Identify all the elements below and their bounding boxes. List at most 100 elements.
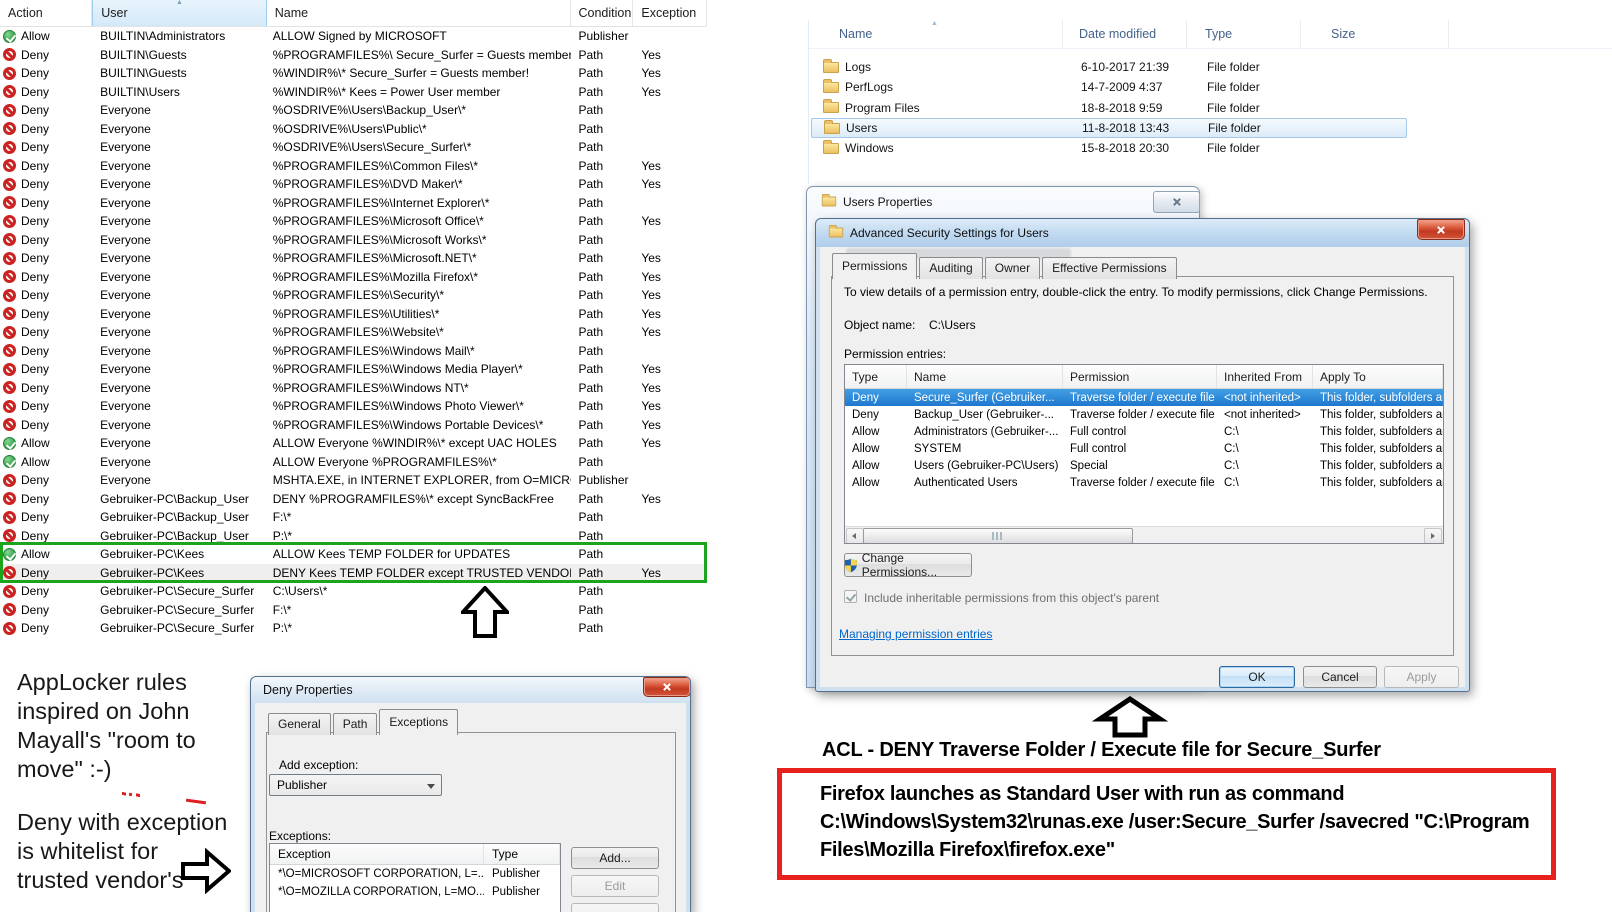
column-header-size[interactable]: Size <box>1301 20 1449 48</box>
tab-path[interactable]: Path <box>332 713 378 735</box>
explorer-folder-row[interactable]: Logs 6-10-2017 21:39 File folder <box>811 57 1407 77</box>
name-cell: %PROGRAMFILES%\Windows NT\* <box>272 380 469 395</box>
column-header-inherited-from[interactable]: Inherited From <box>1217 365 1313 388</box>
tab-effective-permissions[interactable]: Effective Permissions <box>1042 257 1177 279</box>
applocker-rule-row[interactable]: Allow BUILTIN\Administrators ALLOW Signe… <box>0 27 707 46</box>
applocker-rule-row[interactable]: Deny Everyone %PROGRAMFILES%\Windows Por… <box>0 416 707 435</box>
close-button[interactable] <box>1153 191 1200 213</box>
applocker-rule-row[interactable]: Deny Gebruiker-PC\Secure_Surfer P:\* Pat… <box>0 619 707 638</box>
applocker-rule-row[interactable]: Deny Gebruiker-PC\Backup_User DENY %PROG… <box>0 490 707 509</box>
column-header-type[interactable]: Type <box>845 365 907 388</box>
remove-button[interactable] <box>571 903 659 912</box>
scroll-left-button[interactable] <box>846 528 864 543</box>
explorer-folder-row[interactable]: PerfLogs 14-7-2009 4:37 File folder <box>811 77 1407 97</box>
applocker-rule-row[interactable]: Deny Everyone %PROGRAMFILES%\Microsoft W… <box>0 231 707 250</box>
column-header-type[interactable]: Type <box>1187 20 1301 48</box>
action-label: Deny <box>21 417 50 432</box>
close-button[interactable] <box>643 677 690 697</box>
edit-button[interactable]: Edit <box>571 875 659 897</box>
type-cell: File folder <box>1207 141 1260 156</box>
exceptions-table: Exception Type *\O=MICROSOFT CORPORATION… <box>269 843 561 912</box>
tab-permissions[interactable]: Permissions <box>832 253 918 279</box>
permission-entry-row[interactable]: Allow Users (Gebruiker-PC\Users) Special… <box>845 457 1443 474</box>
applocker-rule-row[interactable]: Deny Everyone %OSDRIVE%\Users\Secure_Sur… <box>0 138 707 157</box>
tab-auditing[interactable]: Auditing <box>919 257 983 279</box>
applocker-rule-row[interactable]: Deny Everyone %PROGRAMFILES%\Windows Pho… <box>0 397 707 416</box>
action-icon <box>3 214 16 228</box>
add-button[interactable]: Add... <box>571 847 659 869</box>
action-icon <box>3 584 16 598</box>
column-header-action[interactable]: Action <box>0 0 93 26</box>
column-header-exception[interactable]: Exception <box>270 844 484 864</box>
column-header-exception[interactable]: Exception <box>633 0 707 26</box>
applocker-rule-row[interactable]: Deny Everyone %PROGRAMFILES%\DVD Maker\*… <box>0 175 707 194</box>
applocker-rule-row[interactable]: Deny Everyone %PROGRAMFILES%\Windows Mai… <box>0 342 707 361</box>
name-cell: %PROGRAMFILES%\Mozilla Firefox\* <box>272 269 479 284</box>
applocker-rule-row[interactable]: Deny Everyone %PROGRAMFILES%\Security\* … <box>0 286 707 305</box>
firefox-note-line: Files\Mozilla Firefox\firefox.exe" <box>820 839 1115 861</box>
tab-exceptions[interactable]: Exceptions <box>379 709 459 735</box>
name-cell: %PROGRAMFILES%\Common Files\* <box>272 158 479 173</box>
applocker-rule-row[interactable]: Deny Everyone %PROGRAMFILES%\Mozilla Fir… <box>0 268 707 287</box>
exception-row[interactable]: *\O=MOZILLA CORPORATION, L=MO... Publish… <box>270 883 560 901</box>
scrollbar-thumb[interactable] <box>863 528 1133 543</box>
condition-cell: Publisher <box>578 29 629 44</box>
exception-type-dropdown[interactable]: Publisher <box>269 774 442 796</box>
column-header-date-modified[interactable]: Date modified <box>1063 20 1187 48</box>
name-cell: ALLOW Everyone %WINDIR%\* except UAC HOL… <box>272 436 557 451</box>
column-header-user[interactable]: ▲ User <box>92 0 267 26</box>
applocker-rule-row[interactable]: Deny BUILTIN\Guests %WINDIR%\* Secure_Su… <box>0 64 707 83</box>
action-icon <box>3 362 16 376</box>
tab-general[interactable]: General <box>268 713 331 735</box>
column-header-name[interactable]: Name <box>907 365 1063 388</box>
permission-entry-row[interactable]: Allow Authenticated Users Traverse folde… <box>845 474 1443 491</box>
applocker-rule-row[interactable]: Deny BUILTIN\Users %WINDIR%\* Kees = Pow… <box>0 83 707 102</box>
exception-cell: Yes <box>641 47 661 62</box>
ok-button[interactable]: OK <box>1219 666 1295 688</box>
column-header-apply-to[interactable]: Apply To <box>1313 365 1443 388</box>
folder-icon <box>823 58 839 73</box>
applocker-rule-row[interactable]: Deny Everyone %PROGRAMFILES%\Internet Ex… <box>0 194 707 213</box>
apply-button[interactable]: Apply <box>1384 666 1459 688</box>
permission-entry-row[interactable]: Deny Backup_User (Gebruiker-... Traverse… <box>845 406 1443 423</box>
applocker-rule-row[interactable]: Deny BUILTIN\Guests %PROGRAMFILES%\ Secu… <box>0 46 707 65</box>
permission-entry-row[interactable]: Allow Administrators (Gebruiker-... Full… <box>845 423 1443 440</box>
include-inheritable-checkbox[interactable] <box>844 590 857 603</box>
cancel-button[interactable]: Cancel <box>1303 666 1377 688</box>
horizontal-scrollbar[interactable] <box>845 526 1443 543</box>
change-permissions-button[interactable]: Change Permissions... <box>844 551 972 579</box>
close-button[interactable] <box>1417 219 1465 240</box>
applocker-rule-row[interactable]: Deny Gebruiker-PC\Secure_Surfer F:\* Pat… <box>0 601 707 620</box>
column-header-permission[interactable]: Permission <box>1063 365 1217 388</box>
applocker-rule-row[interactable]: Deny Everyone %PROGRAMFILES%\Windows Med… <box>0 360 707 379</box>
applocker-rule-row[interactable]: Deny Everyone %OSDRIVE%\Users\Public\* P… <box>0 120 707 139</box>
applocker-rule-row[interactable]: Deny Everyone MSHTA.EXE, in INTERNET EXP… <box>0 471 707 490</box>
applocker-rule-row[interactable]: Deny Everyone %PROGRAMFILES%\Windows NT\… <box>0 379 707 398</box>
column-header-condition[interactable]: Condition <box>571 0 634 26</box>
applocker-rule-row[interactable]: Deny Gebruiker-PC\Backup_User F:\* Path <box>0 508 707 527</box>
explorer-folder-row[interactable]: Windows 15-8-2018 20:30 File folder <box>811 138 1407 158</box>
managing-permission-entries-link[interactable]: Managing permission entries <box>839 627 992 641</box>
applocker-rule-row[interactable]: Allow Everyone ALLOW Everyone %PROGRAMFI… <box>0 453 707 472</box>
explorer-folder-row[interactable]: Users 11-8-2018 13:43 File folder <box>811 117 1407 139</box>
column-header-type[interactable]: Type <box>484 844 560 864</box>
name-cell: %PROGRAMFILES%\Windows Mail\* <box>272 343 475 358</box>
explorer-folder-row[interactable]: Program Files 18-8-2018 9:59 File folder <box>811 98 1407 118</box>
applocker-rule-row[interactable]: Deny Everyone %PROGRAMFILES%\Utilities\*… <box>0 305 707 324</box>
scroll-right-button[interactable] <box>1424 528 1442 543</box>
applocker-rule-row[interactable]: Deny Everyone %PROGRAMFILES%\Website\* P… <box>0 323 707 342</box>
applocker-rule-row[interactable]: Deny Everyone %PROGRAMFILES%\Microsoft O… <box>0 212 707 231</box>
applocker-rule-row[interactable]: Deny Everyone %PROGRAMFILES%\Common File… <box>0 157 707 176</box>
permission-entry-row[interactable]: Deny Secure_Surfer (Gebruiker... Travers… <box>845 389 1443 406</box>
exception-cell: Yes <box>641 214 661 229</box>
applocker-rule-row[interactable]: Allow Everyone ALLOW Everyone %WINDIR%\*… <box>0 434 707 453</box>
tab-owner[interactable]: Owner <box>984 257 1041 279</box>
column-header-name[interactable]: Name <box>267 0 571 26</box>
condition-cell: Publisher <box>578 473 629 488</box>
applocker-rule-row[interactable]: Deny Everyone %PROGRAMFILES%\Microsoft.N… <box>0 249 707 268</box>
user-cell: Everyone <box>100 103 151 118</box>
exception-row[interactable]: *\O=MICROSOFT CORPORATION, L=... Publish… <box>270 865 560 883</box>
permission-entry-row[interactable]: Allow SYSTEM Full control C:\ This folde… <box>845 440 1443 457</box>
applocker-rule-row[interactable]: Deny Everyone %OSDRIVE%\Users\Backup_Use… <box>0 101 707 120</box>
applocker-rule-row[interactable]: Deny Gebruiker-PC\Secure_Surfer C:\Users… <box>0 582 707 601</box>
